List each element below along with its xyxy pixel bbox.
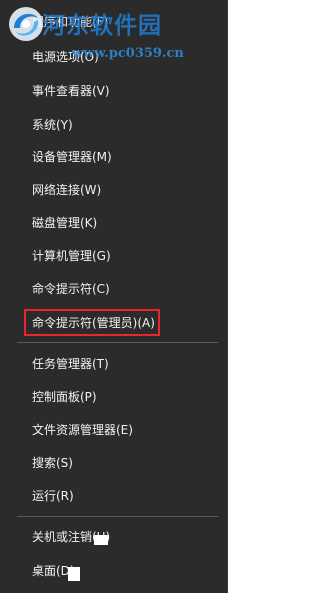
menu-separator: [17, 342, 218, 343]
white-occlusion: [68, 567, 80, 581]
menu-item-network-connections[interactable]: 网络连接(W): [32, 180, 101, 200]
menu-item-command-prompt-admin[interactable]: 命令提示符(管理员)(A): [32, 313, 155, 333]
menu-item-disk-management[interactable]: 磁盘管理(K): [32, 213, 97, 233]
context-menu: 程序和功能(F) 电源选项(O) 事件查看器(V) 系统(Y) 设备管理器(M)…: [0, 0, 228, 593]
menu-item-file-explorer[interactable]: 文件资源管理器(E): [32, 420, 133, 440]
white-occlusion: [94, 535, 108, 545]
menu-item-task-manager[interactable]: 任务管理器(T): [32, 354, 109, 374]
swirl-logo-icon: [9, 7, 43, 41]
menu-item-event-viewer[interactable]: 事件查看器(V): [32, 81, 110, 101]
menu-item-run[interactable]: 运行(R): [32, 486, 74, 506]
menu-item-command-prompt[interactable]: 命令提示符(C): [32, 279, 110, 299]
menu-separator: [17, 516, 218, 517]
menu-item-device-manager[interactable]: 设备管理器(M): [32, 147, 112, 167]
menu-item-control-panel[interactable]: 控制面板(P): [32, 387, 97, 407]
menu-item-search[interactable]: 搜索(S): [32, 453, 73, 473]
menu-item-system[interactable]: 系统(Y): [32, 115, 73, 135]
menu-item-computer-management[interactable]: 计算机管理(G): [32, 246, 111, 266]
watermark-title: 河东软件园: [42, 13, 162, 39]
watermark-url: www.pc0359.cn: [72, 46, 184, 61]
